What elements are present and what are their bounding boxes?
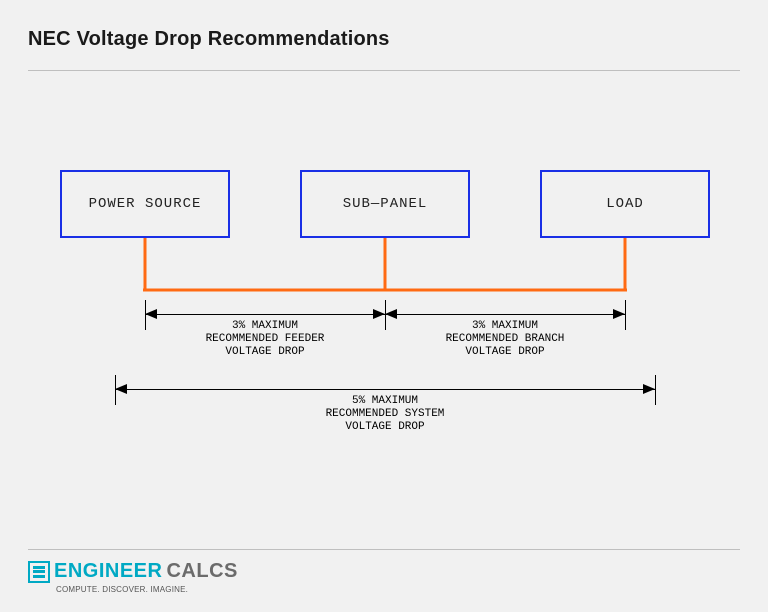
logo: ENGINEER CALCS COMPUTE. DISCOVER. IMAGIN… (28, 560, 238, 594)
dim-system-label: 5% MAXIMUM RECOMMENDED SYSTEM VOLTAGE DR… (115, 395, 655, 434)
logo-badge-icon (28, 561, 50, 583)
diagram-page: NEC Voltage Drop Recommendations POWER S… (0, 0, 768, 612)
dim-system: 5% MAXIMUM RECOMMENDED SYSTEM VOLTAGE DR… (0, 0, 768, 612)
logo-calcs: CALCS (166, 560, 237, 583)
bottom-underline (28, 549, 740, 550)
logo-engineer: ENGINEER (54, 560, 162, 583)
logo-tagline: COMPUTE. DISCOVER. IMAGINE. (56, 585, 238, 594)
